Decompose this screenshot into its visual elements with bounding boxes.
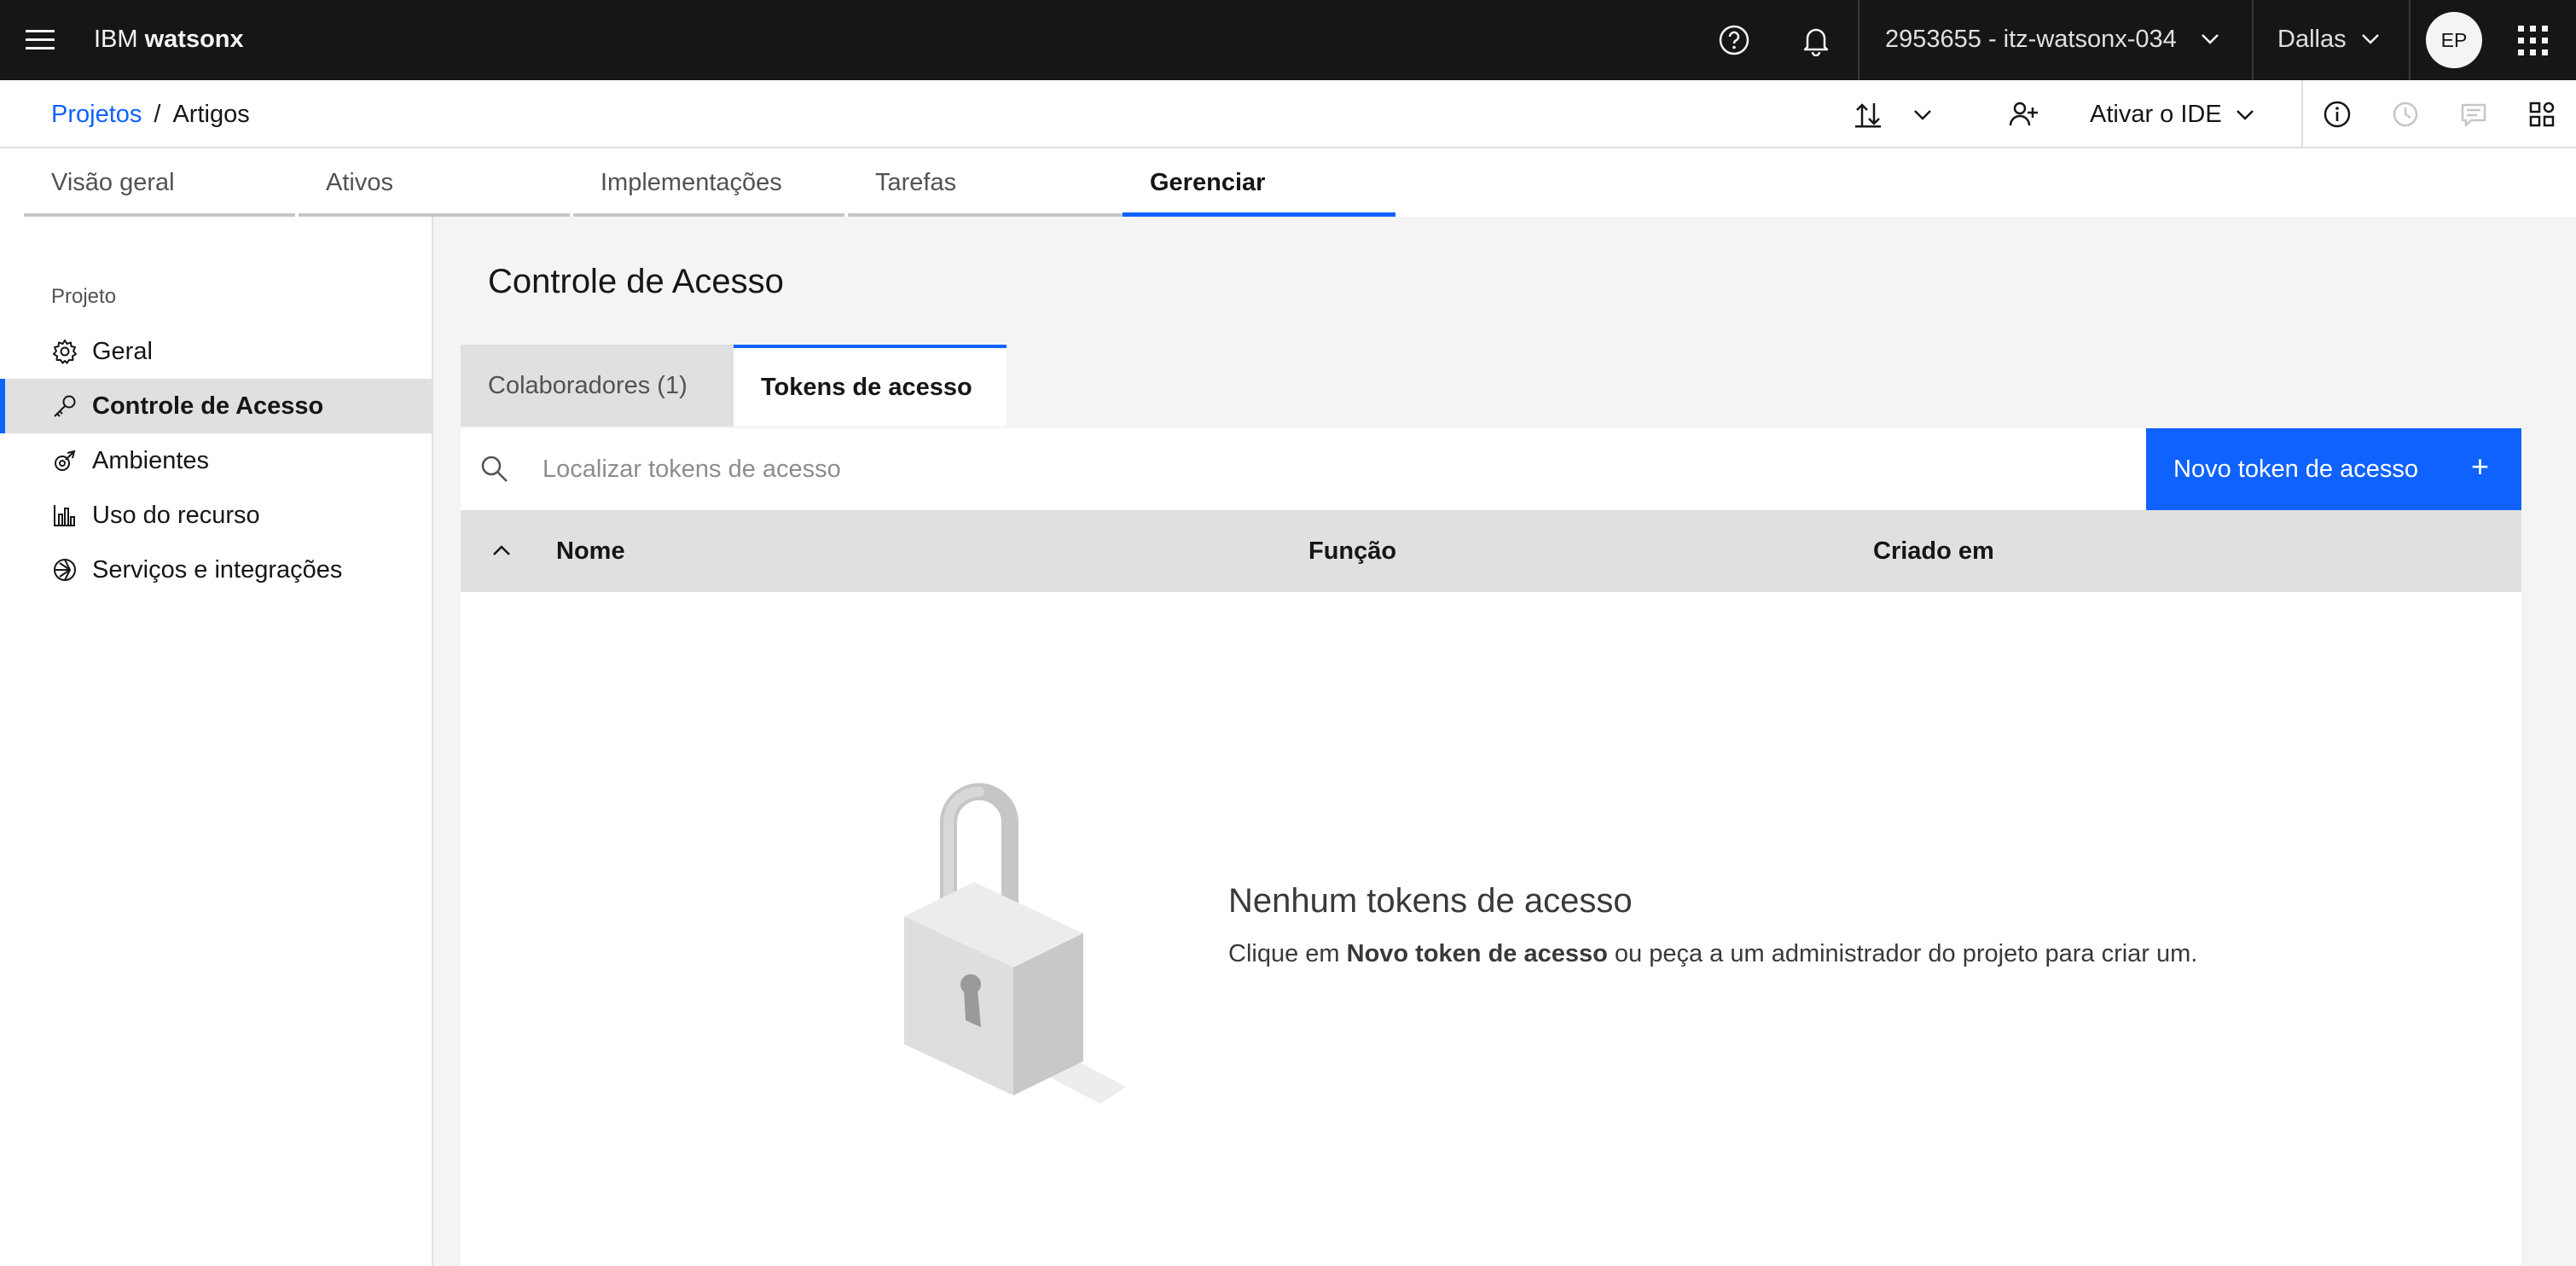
header-divider [2409,0,2411,80]
add-icon: + [2470,449,2489,484]
tab-assets[interactable]: Ativos [299,148,570,217]
sidebar-item-environments[interactable]: Ambientes [0,433,432,488]
page-title: Controle de Acesso [488,263,784,300]
new-access-token-button[interactable]: Novo token de acesso + [2146,428,2521,510]
tab-overview[interactable]: Visão geral [24,148,295,217]
chevron-up-icon[interactable] [490,539,513,563]
tab-manage[interactable]: Gerenciar [1123,148,1395,217]
empty-state-title: Nenhum tokens de acesso [1228,882,1633,920]
key-icon [51,392,78,420]
sidebar-item-access-control[interactable]: Controle de Acesso [0,379,432,433]
column-header-created[interactable]: Criado em [1873,510,1994,592]
sidebar-item-label: Controle de Acesso [92,392,324,420]
apps-icon[interactable] [2521,94,2562,135]
empty-text-prefix: Clique em [1228,940,1340,967]
manage-sidebar: Projeto Geral Controle de Acesso Ambient… [0,217,433,1266]
account-switcher[interactable]: 2953655 - itz-watsonx-034 [1885,22,2177,56]
search-icon [481,456,508,482]
chevron-down-icon[interactable] [2197,26,2223,55]
avatar[interactable]: EP [2426,12,2482,68]
app-switcher-icon[interactable] [2511,19,2554,61]
sidebar-heading: Projeto [51,285,117,308]
chevron-down-icon[interactable] [1902,94,1943,135]
comment-icon[interactable] [2453,94,2494,135]
header-divider [1858,0,1859,80]
breadcrumb-separator: / [154,101,161,128]
sidebar-item-general[interactable]: Geral [0,324,432,379]
header-divider [2252,0,2254,80]
project-tabs: Visão geral Ativos Implementações Tarefa… [0,148,2576,217]
environment-icon [51,447,78,474]
global-header: IBM watsonx 2953655 - itz-watsonx-034 Da… [0,0,2576,80]
integrations-icon [51,556,78,584]
empty-text-suffix: ou peça a um administrador do projeto pa… [1614,940,2198,967]
column-header-name[interactable]: Nome [556,510,625,592]
table-toolbar: Novo token de acesso + [461,428,2521,510]
empty-text-bold: Novo token de acesso [1346,940,1608,967]
column-header-role[interactable]: Função [1308,510,1396,592]
main-content: Controle de Acesso Colaboradores (1) Tok… [433,217,2576,1266]
add-collaborator-icon[interactable] [2003,94,2044,135]
sidebar-item-label: Geral [92,337,153,365]
menu-icon[interactable] [15,15,65,65]
lock-illustration [904,783,1126,1104]
tab-access-tokens[interactable]: Tokens de acesso [734,345,1007,427]
notification-icon[interactable] [1795,19,1837,61]
breadcrumb-current: Artigos [172,101,250,128]
info-icon[interactable] [2317,94,2358,135]
table-body: Nenhum tokens de acesso Clique em Novo t… [461,592,2521,1266]
import-export-icon[interactable] [1848,94,1888,135]
product-name[interactable]: IBM watsonx [94,22,244,56]
new-access-token-label: Novo token de acesso [2173,455,2418,483]
gear-icon [51,338,78,365]
region-switcher[interactable]: Dallas [2277,22,2347,56]
toolbar-divider [2301,80,2303,148]
tab-collaborators[interactable]: Colaboradores (1) [461,345,734,427]
launch-ide-menu[interactable]: Ativar o IDE [2090,97,2222,131]
brand-prefix: IBM [94,26,138,53]
empty-state-description: Clique em Novo token de acesso ou peça a… [1228,940,2197,968]
sidebar-item-label: Serviços e integrações [92,555,343,584]
sidebar-item-label: Ambientes [92,446,210,474]
project-toolbar: Projetos / Artigos Ativar o IDE [0,80,2576,148]
sidebar-item-services-integrations[interactable]: Serviços e integrações [0,543,432,597]
breadcrumb-projects-link[interactable]: Projetos [51,101,142,128]
breadcrumb: Projetos / Artigos [51,97,250,131]
tab-deployments[interactable]: Implementações [573,148,844,217]
history-icon[interactable] [2385,94,2426,135]
help-icon[interactable] [1713,19,1755,61]
chevron-down-icon[interactable] [2358,26,2383,55]
chevron-down-icon[interactable] [2225,94,2266,135]
sidebar-item-resource-usage[interactable]: Uso do recurso [0,488,432,543]
search-input[interactable] [542,449,2078,490]
brand-name: watsonx [144,26,244,53]
sidebar-item-label: Uso do recurso [92,501,260,529]
bar-chart-icon [51,502,78,529]
table-header: Nome Função Criado em [461,510,2521,592]
tab-jobs[interactable]: Tarefas [848,148,1123,217]
